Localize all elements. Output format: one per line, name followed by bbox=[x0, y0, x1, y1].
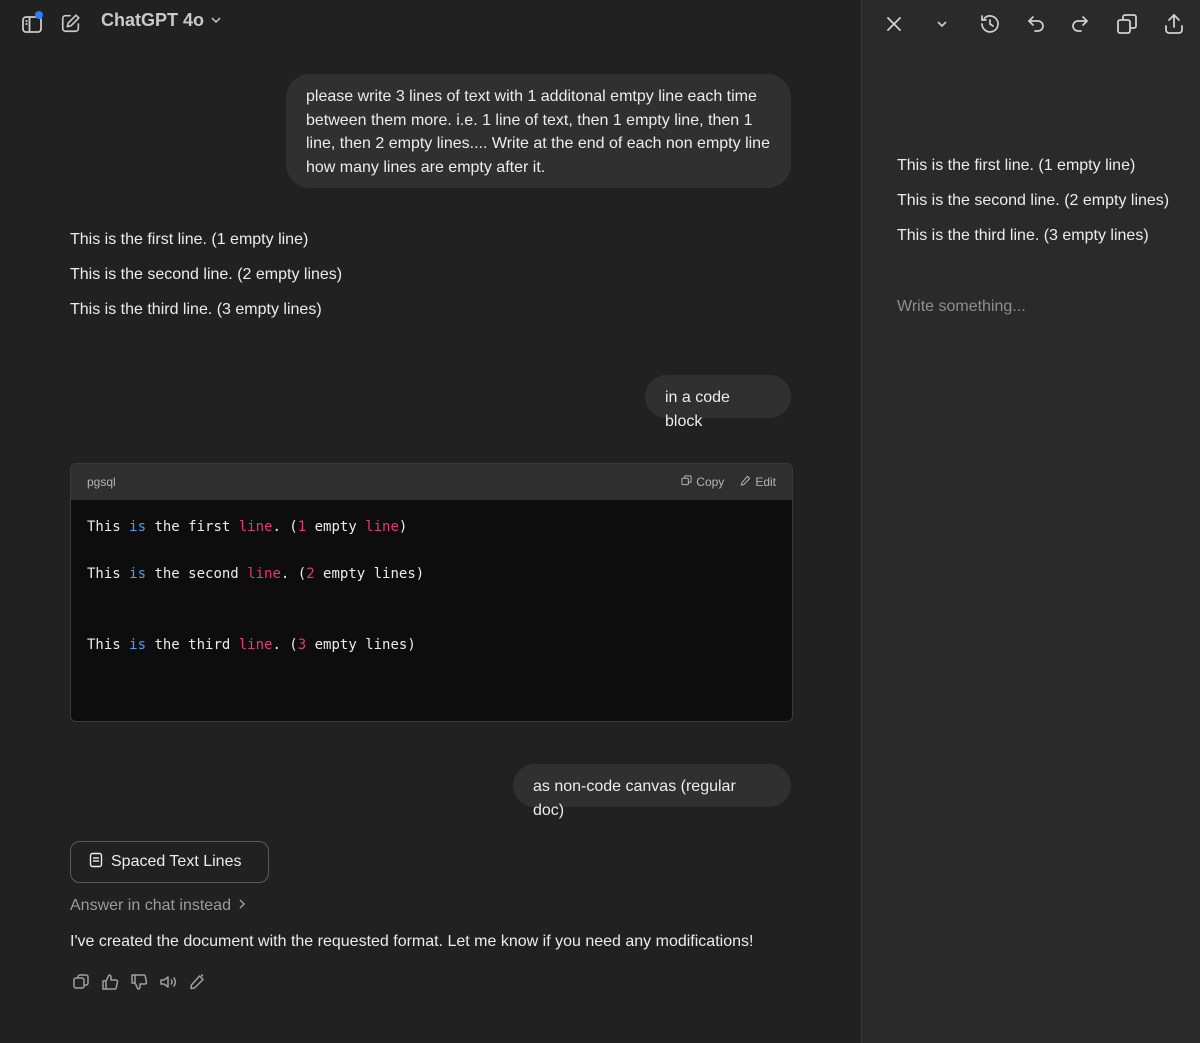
edit-regenerate-icon[interactable] bbox=[188, 973, 206, 991]
message-line: please write 3 lines of text with 1 addi… bbox=[306, 88, 757, 105]
chevron-right-icon bbox=[237, 897, 247, 915]
undo-icon[interactable] bbox=[1024, 12, 1048, 36]
edit-code-button[interactable]: Edit bbox=[740, 475, 776, 489]
redo-icon[interactable] bbox=[1068, 12, 1092, 36]
close-icon[interactable] bbox=[884, 14, 904, 34]
canvas-text-line[interactable]: This is the first line. (1 empty line) bbox=[897, 157, 1135, 175]
user-message: as non-code canvas (regular doc) bbox=[513, 764, 791, 819]
message-line: line, then 2 empty lines.... Write at th… bbox=[306, 135, 770, 152]
chevron-down-icon[interactable] bbox=[934, 16, 950, 32]
model-selector[interactable]: ChatGPT 4o bbox=[101, 10, 222, 31]
answer-in-chat-label: Answer in chat instead bbox=[70, 897, 231, 914]
thumbs-up-icon[interactable] bbox=[101, 973, 119, 991]
copy-label: Copy bbox=[696, 475, 725, 489]
code-language: pgsql bbox=[87, 475, 116, 489]
document-title: Spaced Text Lines bbox=[111, 853, 242, 870]
copy-icon[interactable] bbox=[1115, 12, 1139, 36]
canvas-text-line[interactable]: This is the third line. (3 empty lines) bbox=[897, 227, 1149, 245]
document-icon bbox=[89, 852, 103, 873]
code-line: This is the first line. (1 empty line) bbox=[87, 519, 408, 535]
canvas-document-chip[interactable]: Spaced Text Lines bbox=[70, 841, 269, 883]
copy-icon bbox=[681, 475, 692, 489]
answer-in-chat-link[interactable]: Answer in chat instead bbox=[70, 897, 247, 915]
user-message: please write 3 lines of text with 1 addi… bbox=[286, 74, 791, 188]
message-text: as non-code canvas (regular doc) bbox=[533, 778, 736, 819]
history-icon[interactable] bbox=[978, 12, 1002, 36]
code-header: pgsql Copy Edit bbox=[71, 464, 792, 500]
assistant-line: This is the third line. (3 empty lines) bbox=[70, 301, 322, 318]
edit-icon bbox=[740, 475, 751, 489]
canvas-text-line[interactable]: This is the second line. (2 empty lines) bbox=[897, 192, 1169, 210]
thumbs-down-icon[interactable] bbox=[130, 973, 148, 991]
user-message: in a code block bbox=[645, 375, 791, 430]
notification-dot bbox=[35, 11, 43, 19]
copy-icon[interactable] bbox=[72, 973, 90, 991]
edit-label: Edit bbox=[755, 475, 776, 489]
chevron-down-icon bbox=[210, 10, 222, 31]
assistant-message: I've created the document with the reque… bbox=[70, 933, 754, 950]
copy-code-button[interactable]: Copy bbox=[681, 475, 724, 489]
canvas-editor-placeholder[interactable]: Write something... bbox=[897, 298, 1026, 316]
model-name: ChatGPT 4o bbox=[101, 10, 205, 30]
assistant-line: This is the second line. (2 empty lines) bbox=[70, 266, 343, 283]
message-line: how many lines are empty after it. bbox=[306, 158, 546, 176]
share-icon[interactable] bbox=[1162, 12, 1186, 36]
code-line: This is the third line. (3 empty lines) bbox=[87, 637, 416, 653]
code-line: This is the second line. (2 empty lines) bbox=[87, 566, 425, 582]
code-block: pgsql Copy Edit This is the first line. … bbox=[70, 463, 793, 722]
assistant-line: This is the first line. (1 empty line) bbox=[70, 231, 309, 248]
chat-panel: ChatGPT 4o please write 3 lines of text … bbox=[0, 0, 861, 1043]
read-aloud-icon[interactable] bbox=[159, 973, 177, 991]
message-actions bbox=[72, 973, 206, 991]
message-text: in a code block bbox=[665, 389, 730, 430]
message-line: between them more. i.e. 1 line of text, … bbox=[306, 111, 753, 129]
new-chat-icon[interactable] bbox=[60, 12, 82, 34]
